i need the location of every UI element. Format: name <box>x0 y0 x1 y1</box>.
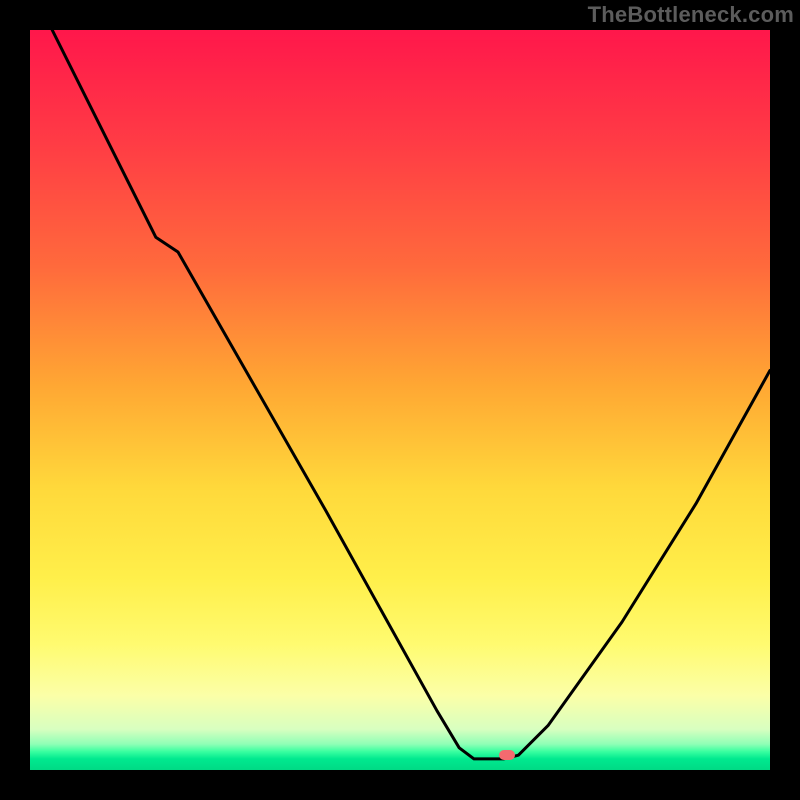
plot-svg <box>30 30 770 770</box>
chart-frame: TheBottleneck.com <box>0 0 800 800</box>
gradient-background <box>30 30 770 770</box>
optimal-marker <box>499 750 515 760</box>
plot-area <box>30 30 770 770</box>
watermark-text: TheBottleneck.com <box>588 2 794 28</box>
